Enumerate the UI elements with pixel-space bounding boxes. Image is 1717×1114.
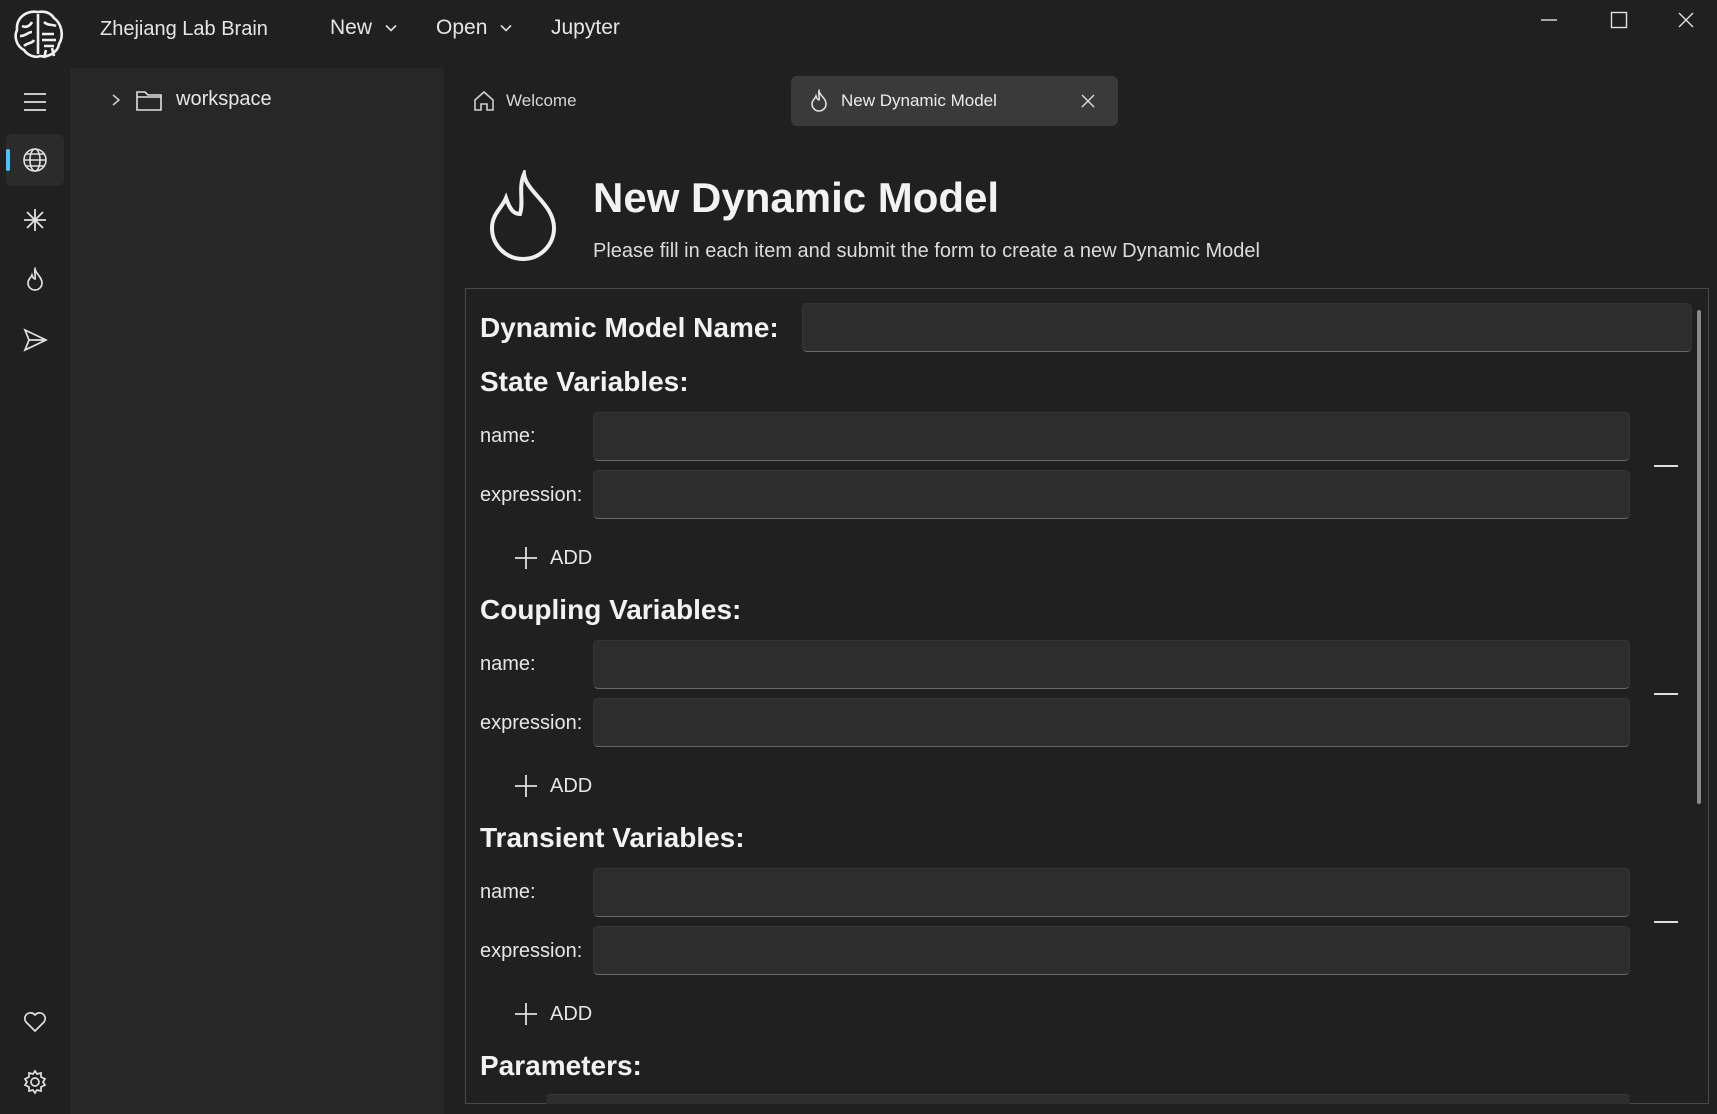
model-name-label: Dynamic Model Name: <box>480 312 779 343</box>
activity-settings[interactable] <box>6 1056 64 1108</box>
gear-icon <box>23 1069 47 1095</box>
state-expression-input[interactable] <box>593 470 1630 519</box>
add-transient-variable-button[interactable]: ADD <box>514 1002 592 1026</box>
flame-icon <box>489 170 557 261</box>
section-title-coupling-variables: Coupling Variables: <box>480 594 742 625</box>
add-label: ADD <box>550 1002 593 1025</box>
activity-flame[interactable] <box>6 254 64 306</box>
activity-send[interactable] <box>6 314 64 366</box>
state-name-label: name: <box>480 425 536 447</box>
close-icon <box>1081 94 1095 108</box>
tab-label: New Dynamic Model <box>841 91 997 110</box>
home-icon <box>474 90 494 111</box>
remove-transient-variable-button[interactable] <box>1654 921 1678 923</box>
menu-jupyter[interactable]: Jupyter <box>551 16 620 40</box>
asterisk-icon <box>24 209 46 231</box>
section-title-parameters: Parameters: <box>480 1050 642 1081</box>
activity-favorites[interactable] <box>6 996 64 1048</box>
coupling-expression-input[interactable] <box>593 698 1630 747</box>
transient-name-label: name: <box>480 881 536 903</box>
minimize-icon <box>1541 19 1557 21</box>
model-name-input[interactable] <box>802 303 1692 352</box>
flame-icon <box>27 267 43 291</box>
state-name-input[interactable] <box>593 412 1630 461</box>
editor-tabs: Welcome New Dynamic Model <box>444 62 1717 132</box>
transient-expression-input[interactable] <box>593 926 1630 975</box>
tab-welcome[interactable]: Welcome <box>472 76 577 126</box>
flame-icon <box>811 89 827 112</box>
add-coupling-variable-button[interactable]: ADD <box>514 774 592 798</box>
parameters-input-partial[interactable] <box>546 1094 1630 1104</box>
menu-open[interactable]: Open <box>436 16 513 40</box>
activity-bar <box>0 62 68 1114</box>
maximize-icon <box>1610 11 1628 29</box>
section-title-transient-variables: Transient Variables: <box>480 822 745 853</box>
state-expression-label: expression: <box>480 484 583 506</box>
menu-jupyter-label: Jupyter <box>551 16 620 39</box>
heart-icon <box>23 1011 47 1033</box>
add-label: ADD <box>550 774 593 797</box>
chevron-right-icon <box>112 93 121 106</box>
transient-expression-label: expression: <box>480 940 583 962</box>
menu-open-label: Open <box>436 16 488 39</box>
add-state-variable-button[interactable]: ADD <box>514 546 592 570</box>
chevron-down-icon <box>500 24 512 32</box>
tab-label: Welcome <box>506 91 577 110</box>
tree-item-workspace[interactable]: workspace <box>110 88 272 111</box>
activity-asterisk[interactable] <box>6 194 64 246</box>
tree-item-label: workspace <box>176 88 272 110</box>
plus-icon <box>515 547 537 569</box>
send-icon <box>23 328 48 352</box>
title-bar: Zhejiang Lab Brain New Open Jupyter <box>0 0 1717 62</box>
hamburger-menu-button[interactable] <box>6 76 64 128</box>
tab-new-dynamic-model[interactable]: New Dynamic Model <box>791 76 1118 126</box>
coupling-expression-label: expression: <box>480 712 583 734</box>
coupling-name-input[interactable] <box>593 640 1630 689</box>
close-window-button[interactable] <box>1653 0 1717 40</box>
tab-close-button[interactable] <box>1078 91 1098 111</box>
folder-icon <box>136 90 162 111</box>
form-scrollbar[interactable] <box>1697 310 1701 804</box>
add-label: ADD <box>550 546 593 569</box>
plus-icon <box>515 1003 537 1025</box>
section-title-state-variables: State Variables: <box>480 366 689 397</box>
remove-coupling-variable-button[interactable] <box>1654 693 1678 695</box>
coupling-name-label: name: <box>480 653 536 675</box>
app-title: Zhejiang Lab Brain <box>100 18 268 40</box>
hamburger-icon <box>24 93 46 111</box>
menu-new[interactable]: New <box>330 16 398 40</box>
plus-icon <box>515 775 537 797</box>
globe-icon <box>23 148 47 172</box>
chevron-down-icon <box>385 24 397 32</box>
dynamic-model-form <box>465 288 1709 1104</box>
page-title: New Dynamic Model <box>593 174 1000 221</box>
menu-new-label: New <box>330 16 373 39</box>
page-subtitle: Please fill in each item and submit the … <box>593 240 1260 262</box>
close-icon <box>1678 12 1694 28</box>
maximize-button[interactable] <box>1586 0 1652 40</box>
activity-globe[interactable] <box>6 134 64 186</box>
explorer-panel: workspace <box>70 68 444 1114</box>
transient-name-input[interactable] <box>593 868 1630 917</box>
remove-state-variable-button[interactable] <box>1654 465 1678 467</box>
minimize-button[interactable] <box>1516 0 1582 40</box>
brain-logo-icon <box>14 10 64 59</box>
